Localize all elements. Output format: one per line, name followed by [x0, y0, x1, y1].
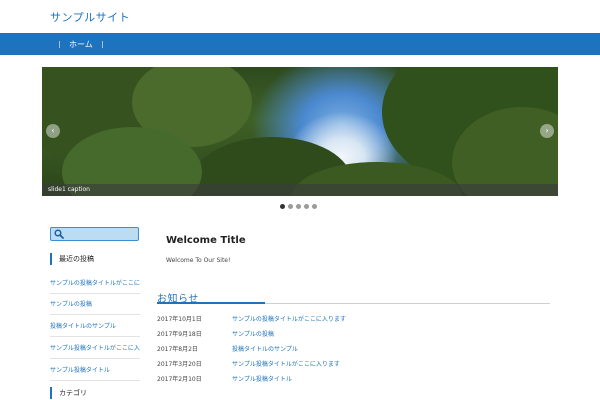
nav-separator: [59, 40, 60, 48]
slider-caption: slide1 caption: [42, 184, 558, 196]
slider-dot[interactable]: [280, 204, 285, 209]
news-item: 2017年10月1日 サンプルの投稿タイトルがここに入ります: [157, 314, 550, 326]
news-title-link[interactable]: サンプルの投稿: [232, 329, 274, 341]
welcome-title: Welcome Title: [166, 235, 246, 246]
slider-prev-button[interactable]: ‹: [46, 124, 60, 138]
news-title-link[interactable]: サンプル投稿タイトルがここに入ります: [232, 359, 340, 371]
nav-separator: [101, 40, 103, 48]
news-title-link[interactable]: サンプル投稿タイトル: [232, 374, 292, 386]
news-title-link[interactable]: 投稿タイトルのサンプル: [232, 344, 298, 356]
slider-dot[interactable]: [312, 204, 317, 209]
sidebar-heading-recent: 最近の投稿: [50, 253, 94, 265]
news-date: 2017年9月18日: [157, 331, 202, 338]
news-date: 2017年8月2日: [157, 346, 198, 353]
slider-dot[interactable]: [296, 204, 301, 209]
sidebar-link[interactable]: サンプル投稿タイトルがここに入ります: [50, 343, 140, 359]
slider-dot[interactable]: [288, 204, 293, 209]
news-date: 2017年10月1日: [157, 316, 202, 323]
nav-item-home[interactable]: ホーム: [50, 33, 112, 55]
welcome-text: Welcome To Our Site!: [166, 257, 231, 264]
slider-next-button[interactable]: ›: [540, 124, 554, 138]
news-item: 2017年9月18日 サンプルの投稿: [157, 329, 550, 341]
slider-pagination: [280, 204, 317, 209]
site-title[interactable]: サンプルサイト: [50, 9, 130, 25]
image-slider[interactable]: ‹ › slide1 caption: [42, 67, 558, 196]
news-item: 2017年2月10日 サンプル投稿タイトル: [157, 374, 550, 386]
search-input[interactable]: [50, 227, 139, 241]
slider-dot[interactable]: [304, 204, 309, 209]
sidebar-heading-category: カテゴリ: [50, 387, 87, 399]
news-date: 2017年2月10日: [157, 376, 202, 383]
news-title-link[interactable]: サンプルの投稿タイトルがここに入ります: [232, 314, 346, 326]
sidebar-link[interactable]: 投稿タイトルのサンプル: [50, 321, 140, 337]
main-navigation: ホーム: [0, 33, 600, 55]
news-item: 2017年8月2日 投稿タイトルのサンプル: [157, 344, 550, 356]
news-date: 2017年3月20日: [157, 361, 202, 368]
news-divider-accent: [157, 302, 265, 304]
sidebar-link[interactable]: サンプル投稿タイトル: [50, 365, 140, 381]
sidebar-link[interactable]: サンプルの投稿: [50, 299, 140, 315]
news-item: 2017年3月20日 サンプル投稿タイトルがここに入ります: [157, 359, 550, 371]
sidebar-link[interactable]: サンプルの投稿タイトルがここに入ります: [50, 278, 140, 294]
search-icon[interactable]: [54, 229, 64, 239]
nav-item-label[interactable]: ホーム: [69, 39, 93, 50]
